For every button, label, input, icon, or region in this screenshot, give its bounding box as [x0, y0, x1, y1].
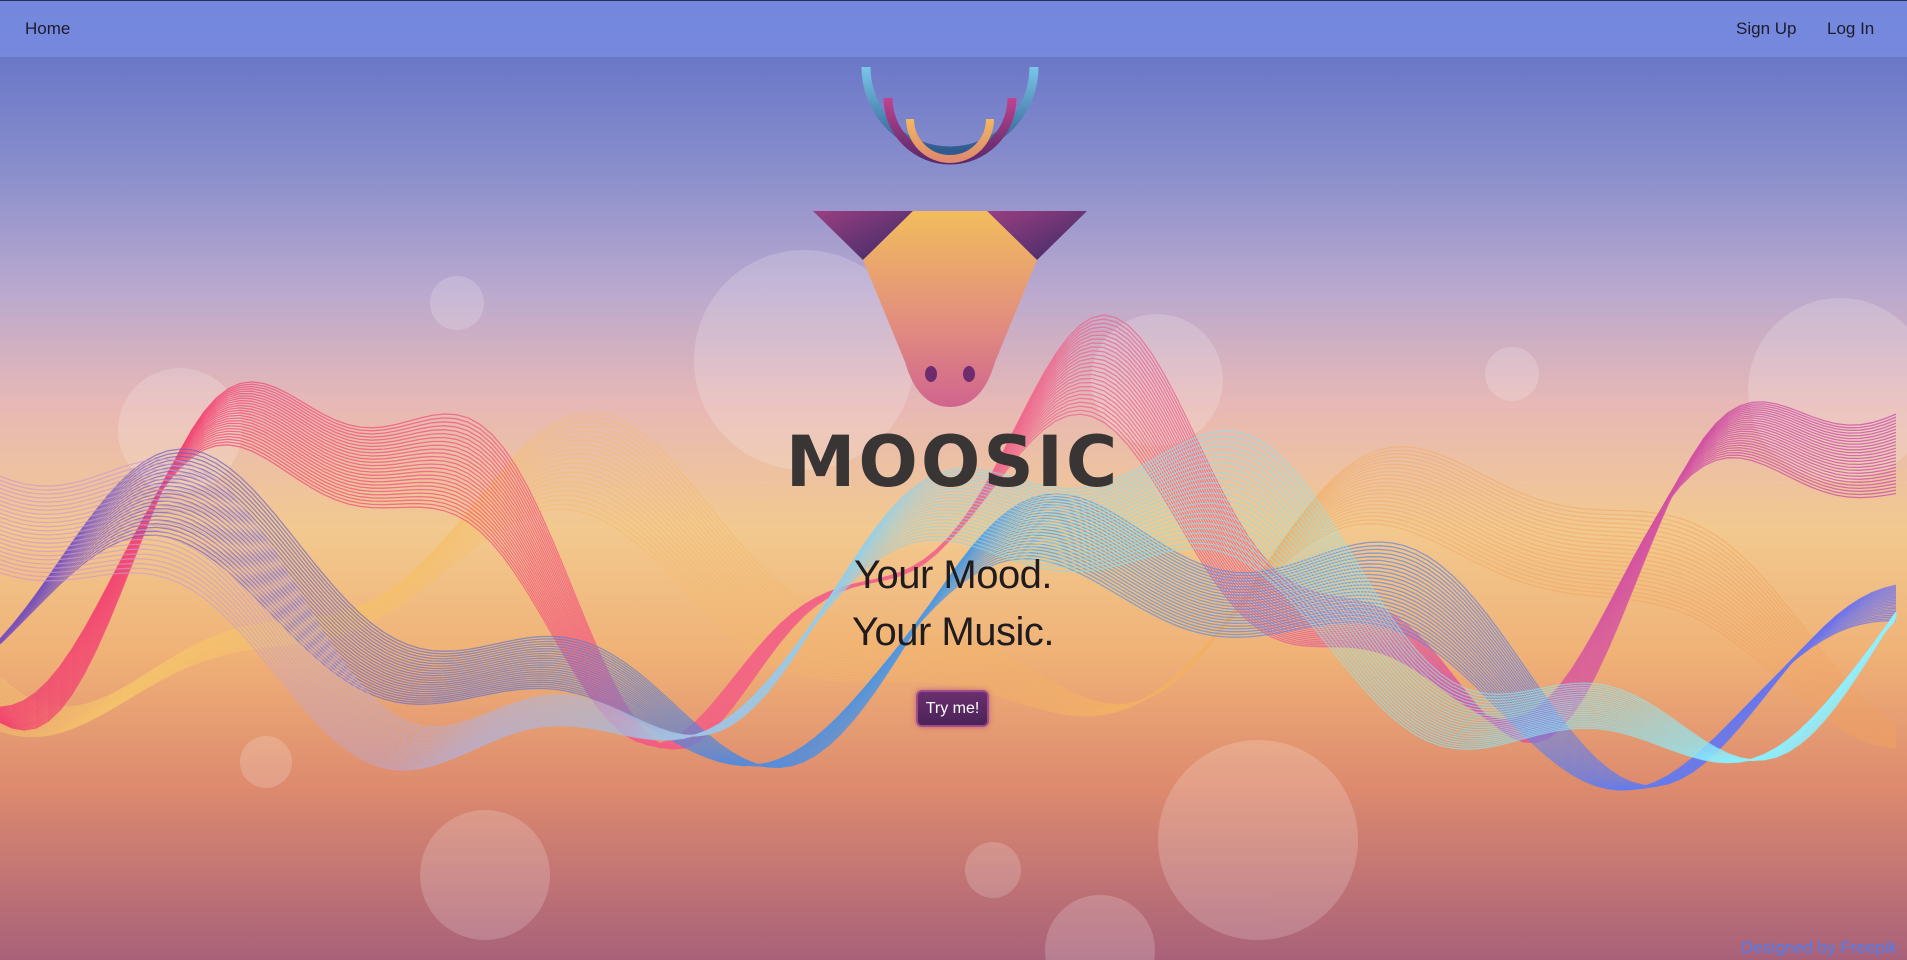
tagline-line-2: Your Music. [852, 610, 1055, 654]
freepik-credit-link[interactable]: Designed by Freepik [1741, 938, 1897, 958]
top-navbar: Home Sign Up Log In [0, 0, 1907, 57]
moose-head-logo-icon [813, 66, 1087, 407]
tagline-line-1: Your Mood. [853, 553, 1053, 597]
landing-page: Home Sign Up Log In MOOSIC Your Mood. Yo… [0, 0, 1907, 960]
nav-login-link[interactable]: Log In [1827, 19, 1874, 39]
nav-home-link[interactable]: Home [25, 19, 70, 39]
try-me-button[interactable]: Try me! [916, 690, 989, 727]
nav-signup-link[interactable]: Sign Up [1736, 19, 1796, 39]
brand-title: MOOSIC [785, 421, 1121, 503]
